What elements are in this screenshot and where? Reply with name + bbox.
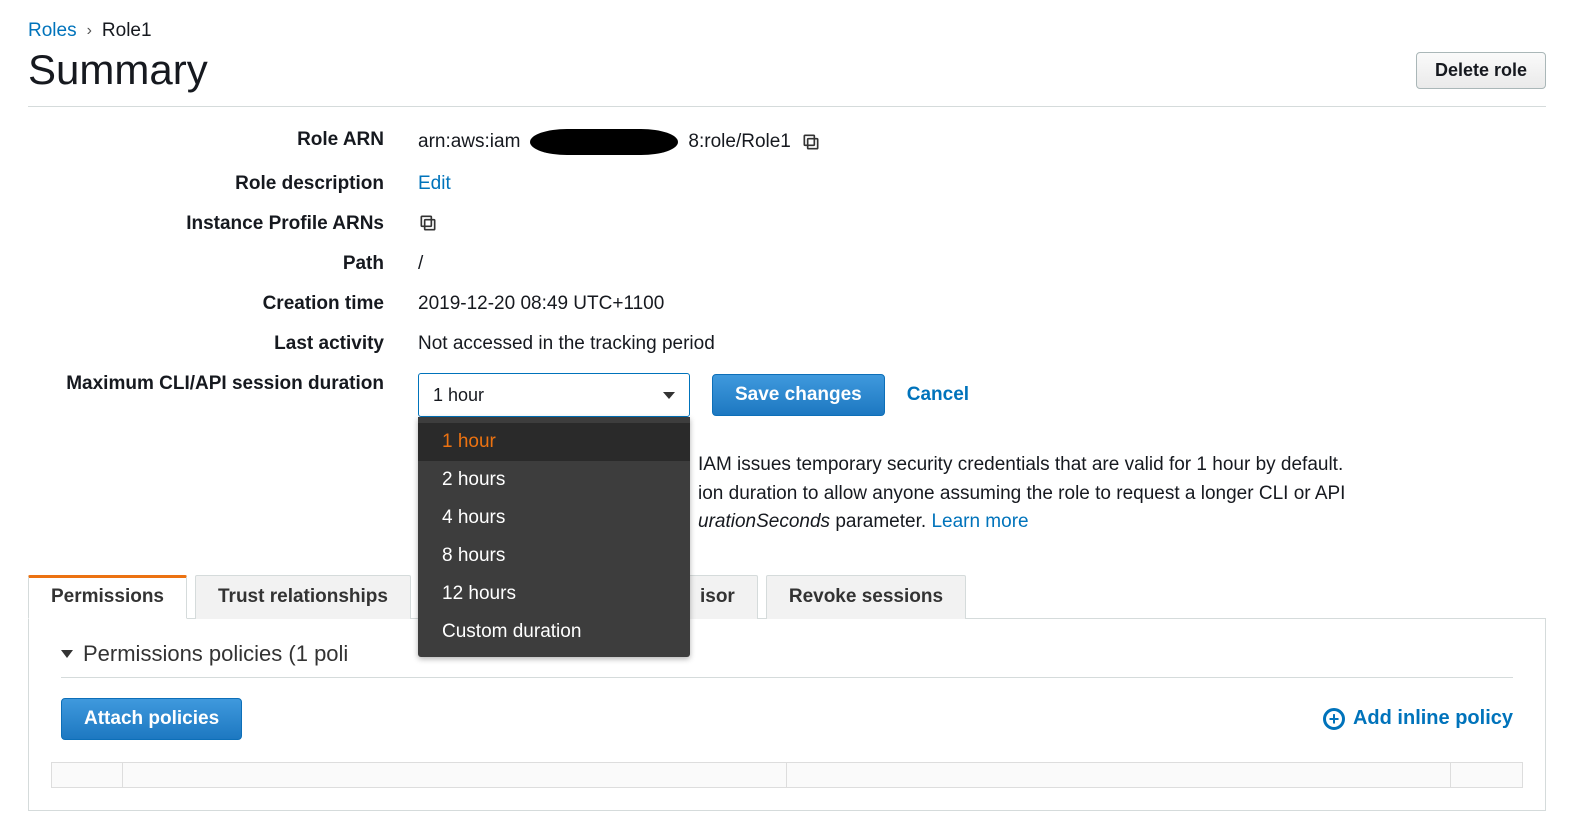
copy-icon[interactable] <box>418 213 438 233</box>
caret-down-icon <box>663 392 675 399</box>
value-path: / <box>418 253 1546 275</box>
th-action <box>1451 762 1523 788</box>
redacted-account-id <box>530 129 678 155</box>
label-max-session: Maximum CLI/API session duration <box>28 373 418 395</box>
row-max-session: Maximum CLI/API session duration 1 hour … <box>28 373 1546 417</box>
row-creation-time: Creation time 2019-12-20 08:49 UTC+1100 <box>28 293 1546 315</box>
label-role-description: Role description <box>28 173 418 195</box>
title-row: Summary Delete role <box>28 46 1546 107</box>
row-role-description: Role description Edit <box>28 173 1546 195</box>
page-title: Summary <box>28 46 208 94</box>
label-last-activity: Last activity <box>28 333 418 355</box>
tab-content-permissions: Permissions policies (1 poli Attach poli… <box>28 619 1546 811</box>
option-2-hours[interactable]: 2 hours <box>418 461 690 499</box>
arn-suffix: 8:role/Role1 <box>688 131 790 153</box>
row-last-activity: Last activity Not accessed in the tracki… <box>28 333 1546 355</box>
policies-header: Permissions policies (1 poli <box>61 641 1513 678</box>
value-creation-time: 2019-12-20 08:49 UTC+1100 <box>418 293 1546 315</box>
value-last-activity: Not accessed in the tracking period <box>418 333 1546 355</box>
option-1-hour[interactable]: 1 hour <box>418 423 690 461</box>
copy-icon[interactable] <box>801 132 821 152</box>
details-section: Role ARN arn:aws:iam 8:role/Role1 Role de… <box>28 129 1546 537</box>
row-session-help: IAM issues temporary security credential… <box>28 435 1546 537</box>
session-duration-dropdown: 1 hour 2 hours 4 hours 8 hours 12 hours … <box>418 417 690 657</box>
policies-table-header <box>51 762 1523 788</box>
row-path: Path / <box>28 253 1546 275</box>
session-help-text: IAM issues temporary security credential… <box>698 451 1546 537</box>
cancel-link[interactable]: Cancel <box>907 384 969 406</box>
th-type <box>787 762 1451 788</box>
option-custom-duration[interactable]: Custom duration <box>418 613 690 651</box>
option-4-hours[interactable]: 4 hours <box>418 499 690 537</box>
option-8-hours[interactable]: 8 hours <box>418 537 690 575</box>
breadcrumb-current: Role1 <box>102 20 152 42</box>
attach-policies-button[interactable]: Attach policies <box>61 698 242 740</box>
chevron-right-icon: › <box>87 22 92 40</box>
th-name <box>123 762 787 788</box>
row-role-arn: Role ARN arn:aws:iam 8:role/Role1 <box>28 129 1546 155</box>
tab-trust-relationships[interactable]: Trust relationships <box>195 575 411 619</box>
add-inline-policy-link[interactable]: + Add inline policy <box>1323 707 1513 730</box>
session-duration-select[interactable]: 1 hour 1 hour 2 hours 4 hours 8 hours 12… <box>418 373 690 417</box>
learn-more-link[interactable]: Learn more <box>931 511 1028 532</box>
save-changes-button[interactable]: Save changes <box>712 374 885 416</box>
edit-description-link[interactable]: Edit <box>418 173 451 195</box>
disclosure-triangle-icon[interactable] <box>61 650 73 658</box>
th-check <box>51 762 123 788</box>
label-path: Path <box>28 253 418 275</box>
delete-role-button[interactable]: Delete role <box>1416 52 1546 89</box>
arn-prefix: arn:aws:iam <box>418 131 520 153</box>
plus-circle-icon: + <box>1323 708 1345 730</box>
breadcrumb-parent-link[interactable]: Roles <box>28 20 77 42</box>
label-creation-time: Creation time <box>28 293 418 315</box>
tabs-row: Permissions Trust relationships isor Rev… <box>28 575 1546 619</box>
select-value: 1 hour <box>433 385 484 406</box>
option-12-hours[interactable]: 12 hours <box>418 575 690 613</box>
label-role-arn: Role ARN <box>28 129 418 151</box>
label-instance-profile-arns: Instance Profile ARNs <box>28 213 418 235</box>
value-role-arn: arn:aws:iam 8:role/Role1 <box>418 129 1546 155</box>
breadcrumb: Roles › Role1 <box>28 20 1546 42</box>
tab-permissions[interactable]: Permissions <box>28 575 187 619</box>
row-instance-profile-arns: Instance Profile ARNs <box>28 213 1546 235</box>
tab-revoke-sessions[interactable]: Revoke sessions <box>766 575 966 619</box>
policies-heading-text: Permissions policies (1 poli <box>83 641 348 667</box>
